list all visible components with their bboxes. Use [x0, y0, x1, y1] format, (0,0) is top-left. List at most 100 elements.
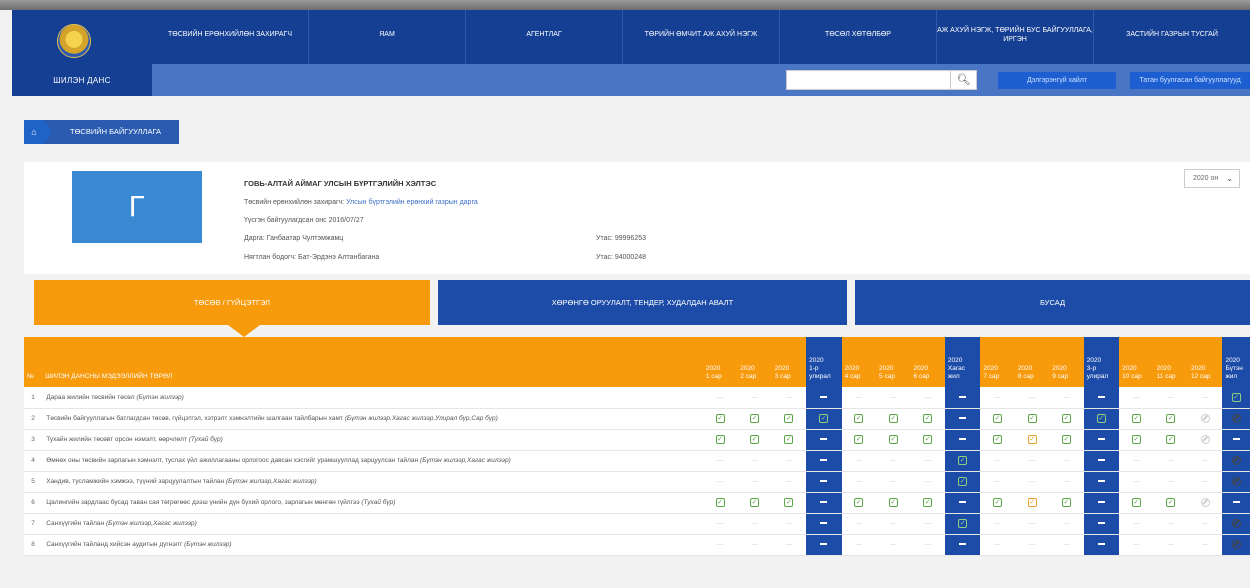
check-icon[interactable]: ✓ — [1231, 392, 1241, 402]
status-cell: — — [841, 471, 877, 493]
status-cell: — — [737, 387, 772, 409]
check-icon[interactable]: ✓ — [958, 456, 968, 465]
status-cell: — — [1188, 534, 1223, 556]
check-icon[interactable]: ✓ — [923, 498, 933, 507]
nav-item-agency[interactable]: АГЕНТЛАГ — [466, 10, 623, 64]
header-period-line: 2020 — [1191, 365, 1206, 372]
row-title[interactable]: Санхүүгийн тайлан (Бүтэн жилээр,Хагас жи… — [42, 513, 703, 535]
nav-item-state-owned[interactable]: ТӨРИЙН ӨМЧИТ АЖ АХУЙ НЭГЖ — [623, 10, 780, 64]
check-icon[interactable]: ✓ — [1166, 435, 1176, 444]
empty-dash-icon — [820, 396, 828, 399]
manager-link[interactable]: Улсын бүртгэлийн ерөнхий газрын дарга — [346, 199, 478, 206]
check-icon[interactable]: ✓ — [888, 414, 898, 423]
status-cell: — — [737, 513, 772, 535]
org-manager: Төсвийн ерөнхийлөн захирагч: Улсын бүртг… — [244, 199, 478, 206]
nav-item-ministry[interactable]: ЯАМ — [309, 10, 466, 64]
status-cell: — — [980, 471, 1015, 493]
not-applicable-icon[interactable] — [1231, 540, 1241, 549]
not-applicable-icon[interactable] — [1200, 435, 1210, 444]
check-icon[interactable]: ✓ — [888, 498, 898, 507]
not-applicable-icon[interactable] — [1231, 477, 1241, 486]
check-icon[interactable]: ✓ — [784, 414, 794, 423]
tab-investment-tender[interactable]: ХӨРӨНГӨ ОРУУЛАЛТ, ТЕНДЕР, ХУДАЛДАН АВАЛТ — [438, 280, 847, 325]
tab-budget-performance[interactable]: ТӨСӨВ / ГҮЙЦЭТГЭЛ — [34, 280, 430, 337]
year-select[interactable]: 2020 он ⌄ — [1184, 169, 1240, 188]
status-cell: ✓ — [1014, 408, 1050, 430]
search-input[interactable] — [786, 70, 951, 90]
advanced-search-button[interactable]: Дэлгэрэнгүй хайлт — [998, 72, 1116, 89]
not-applicable-icon[interactable] — [1231, 456, 1241, 465]
status-cell — [1083, 450, 1120, 472]
breadcrumb-current[interactable]: ТӨСВИЙН БАЙГУУЛЛАГА — [52, 120, 180, 144]
row-title-text: Цалингийн зардлаас бусад таван сая төгрө… — [46, 499, 362, 506]
site-logo[interactable]: ШИЛЭН ДАНС — [12, 10, 152, 96]
header-no: № — [24, 337, 43, 387]
check-icon[interactable]: ✓ — [1096, 414, 1106, 423]
check-icon[interactable]: ✓ — [993, 435, 1003, 444]
not-applicable-icon[interactable] — [1200, 414, 1210, 423]
status-cell: ✓ — [702, 429, 738, 451]
check-icon[interactable]: ✓ — [923, 435, 933, 444]
status-cell: — — [841, 534, 877, 556]
check-icon[interactable]: ✓ — [819, 414, 829, 423]
check-icon[interactable]: ✓ — [1131, 435, 1141, 444]
check-icon[interactable]: ✓ — [715, 498, 725, 507]
check-icon[interactable]: ✓ — [750, 414, 759, 423]
check-icon[interactable]: ✓ — [993, 414, 1003, 423]
not-applicable-icon[interactable] — [1200, 498, 1210, 507]
empty-dash-icon: — — [1201, 457, 1209, 464]
status-cell: ✓ — [737, 408, 772, 430]
check-icon[interactable]: ✓ — [1061, 414, 1071, 423]
check-icon[interactable]: ✓ — [750, 435, 759, 444]
status-cell: — — [1014, 513, 1050, 535]
home-icon[interactable]: ⌂ — [24, 120, 44, 144]
row-title-text: Өмнөх оны төсвийн зарлагын хэмнэлт, тусл… — [46, 457, 420, 464]
check-icon[interactable]: ✓ — [1061, 498, 1071, 507]
page-frame: ШИЛЭН ДАНС ТӨСВИЙН ЕРӨНХИЙЛӨН ЗАХИРАГЧ Я… — [12, 10, 1250, 588]
check-icon[interactable]: ✓ — [993, 498, 1003, 507]
nav-item-special[interactable]: ЗАСТИЙН ГАЗРЫН ТУСГАЙ — [1094, 10, 1250, 64]
check-icon[interactable]: ✓ — [1131, 498, 1141, 507]
check-icon[interactable]: ✓ — [888, 435, 898, 444]
row-title[interactable]: Санхүүгийн тайланд хийсэн аудитын дүгнэл… — [42, 534, 703, 556]
row-title[interactable]: Тухайн жилийн төсөвт орсон нэмэлт, өөрчл… — [42, 429, 703, 451]
nav-item-ngo[interactable]: АЖ АХУЙ НЭГЖ, ТӨРИЙН БУС БАЙГУУЛЛАГА, ИР… — [937, 10, 1094, 64]
check-icon[interactable]: ✓ — [784, 498, 794, 507]
check-icon[interactable]: ✓ — [1166, 498, 1176, 507]
check-icon[interactable]: ✓ — [1027, 498, 1037, 507]
check-icon[interactable]: ✓ — [1027, 414, 1037, 423]
check-icon[interactable]: ✓ — [715, 414, 725, 423]
status-cell — [944, 534, 981, 556]
row-title[interactable]: Хандив, тусламжийн хэмжээ, түүний зарцуу… — [42, 471, 703, 493]
header-period: 2020 11 сар — [1153, 337, 1189, 387]
check-icon[interactable]: ✓ — [1131, 414, 1141, 423]
check-icon[interactable]: ✓ — [715, 435, 725, 444]
check-icon[interactable]: ✓ — [1027, 435, 1037, 444]
empty-dash-icon: — — [716, 520, 724, 527]
empty-dash-icon: — — [994, 393, 1001, 401]
search-icon[interactable]: 🔍︎ — [951, 70, 977, 90]
check-icon[interactable]: ✓ — [854, 414, 864, 423]
liquidated-orgs-button[interactable]: Татан буулгасан байгууллагууд — [1130, 72, 1250, 89]
header-period-line: 2020 — [1156, 365, 1172, 372]
row-title[interactable]: Өмнөх оны төсвийн зарлагын хэмнэлт, тусл… — [42, 450, 703, 472]
row-title[interactable]: Цалингийн зардлаас бусад таван сая төгрө… — [42, 492, 703, 514]
nav-item-budget-managers[interactable]: ТӨСВИЙН ЕРӨНХИЙЛӨН ЗАХИРАГЧ — [152, 10, 309, 64]
not-applicable-icon[interactable] — [1231, 414, 1241, 423]
check-icon[interactable]: ✓ — [854, 498, 864, 507]
check-icon[interactable]: ✓ — [1166, 414, 1176, 423]
check-icon[interactable]: ✓ — [958, 519, 968, 528]
row-title[interactable]: Дараа жилийн төсвийн төсөл (Бүтэн жилээр… — [42, 387, 703, 409]
check-icon[interactable]: ✓ — [958, 477, 968, 486]
row-title[interactable]: Төсвийн байгууллагын батлагдсан төсөв, г… — [42, 408, 703, 430]
check-icon[interactable]: ✓ — [1061, 435, 1071, 444]
check-icon[interactable]: ✓ — [784, 435, 794, 444]
check-icon[interactable]: ✓ — [854, 435, 864, 444]
check-icon[interactable]: ✓ — [923, 414, 933, 423]
not-applicable-icon[interactable] — [1231, 519, 1241, 528]
tab-other[interactable]: БУСАД — [855, 280, 1250, 325]
empty-dash-icon: — — [1133, 541, 1140, 548]
check-icon[interactable]: ✓ — [750, 498, 759, 507]
nav-item-projects[interactable]: ТӨСӨЛ ХӨТӨЛБӨР — [780, 10, 937, 64]
empty-dash-icon: — — [1133, 393, 1140, 401]
